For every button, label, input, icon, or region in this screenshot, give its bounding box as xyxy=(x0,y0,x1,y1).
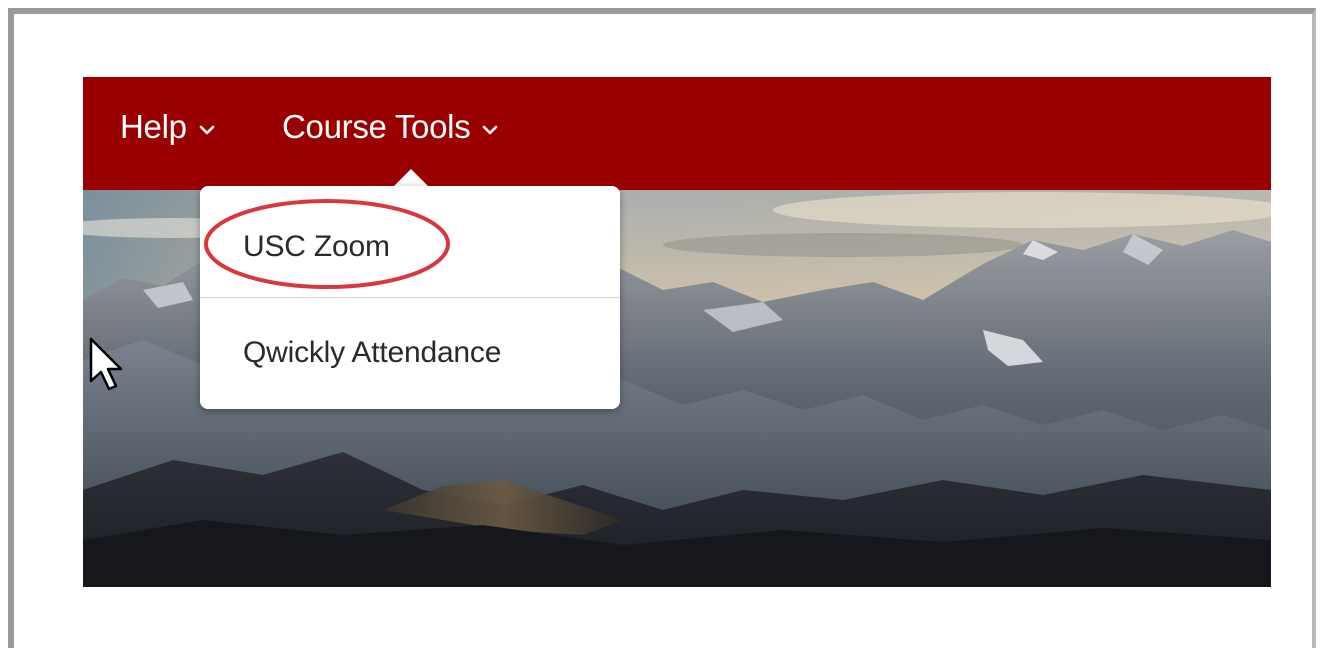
menu-item-usc-zoom[interactable]: USC Zoom xyxy=(200,192,620,302)
nav-help-menu[interactable]: Help xyxy=(120,107,215,147)
nav-help-label: Help xyxy=(120,108,187,145)
chevron-down-icon xyxy=(199,125,214,135)
course-tools-dropdown: USC Zoom Qwickly Attendance xyxy=(200,186,620,409)
top-navbar: Help Course Tools xyxy=(83,77,1271,190)
nav-course-tools-label: Course Tools xyxy=(282,108,471,145)
nav-course-tools-menu[interactable]: Course Tools xyxy=(282,107,498,147)
chevron-down-icon xyxy=(483,125,498,135)
menu-item-qwickly-attendance[interactable]: Qwickly Attendance xyxy=(200,298,620,408)
dropdown-caret xyxy=(393,169,429,187)
